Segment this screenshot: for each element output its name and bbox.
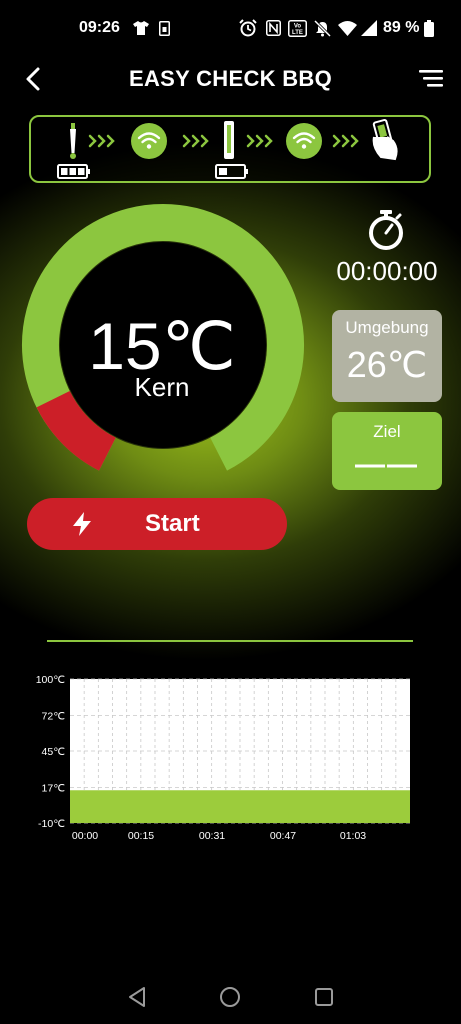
connection-status-panel (29, 115, 431, 183)
temperature-chart: 100℃ 72℃ 45℃ 17℃ -10℃ 00:00 00:15 00:31 00:47 01:… (36, 674, 410, 842)
arrow-chevrons-icon (332, 134, 359, 148)
y-tick-label: 100℃ (36, 674, 66, 686)
base-battery-icon (215, 164, 248, 179)
wifi-icon (286, 123, 322, 159)
menu-button[interactable] (417, 67, 447, 91)
arrow-chevrons-icon (182, 134, 209, 148)
arrow-chevrons-icon (246, 134, 273, 148)
signal-icon (360, 18, 378, 38)
start-button-label: Start (145, 510, 200, 537)
target-value: —— (355, 448, 419, 481)
hamburger-menu-icon (419, 70, 443, 87)
svg-text:LTE: LTE (292, 30, 303, 36)
battery-icon (423, 18, 435, 38)
probe-battery-icon (57, 164, 90, 179)
tshirt-icon (132, 18, 150, 38)
chart-series-area (70, 790, 410, 823)
svg-text:Vo: Vo (293, 23, 301, 29)
ambient-label: Umgebung (345, 318, 429, 337)
core-temperature-label: Kern (134, 372, 190, 402)
base-station-icon (224, 121, 234, 159)
divider (47, 640, 413, 642)
y-tick-label: 45℃ (42, 746, 66, 758)
wifi-icon (131, 123, 167, 159)
mute-icon (313, 18, 331, 38)
start-button[interactable]: Start (27, 498, 287, 550)
x-tick-label: 00:31 (199, 830, 225, 842)
arrow-chevrons-icon (88, 134, 115, 148)
sim-icon (157, 18, 171, 38)
y-tick-label: -10℃ (38, 818, 65, 830)
nav-back-button[interactable] (126, 985, 150, 1009)
page-title: EASY CHECK BBQ (128, 66, 333, 91)
x-tick-label: 00:00 (72, 830, 98, 842)
battery-percent: 89 % (383, 19, 420, 36)
volte-icon: Vo LTE (287, 18, 307, 38)
y-tick-label: 17℃ (42, 783, 66, 795)
nav-recents-button[interactable] (312, 985, 336, 1009)
phone-icon (372, 119, 398, 161)
target-temperature-card[interactable]: Ziel —— (332, 412, 442, 490)
ambient-temperature-card: Umgebung 26℃ (332, 310, 442, 402)
square-recents-icon (315, 988, 333, 1006)
x-tick-label: 00:15 (128, 830, 154, 842)
circle-home-icon (220, 987, 240, 1007)
alarm-icon (238, 18, 258, 38)
x-tick-label: 00:47 (270, 830, 296, 842)
wifi-status-icon (337, 18, 357, 38)
probe-icon (70, 123, 76, 159)
lightning-icon (73, 512, 91, 536)
ambient-value: 26℃ (346, 344, 428, 385)
timer-value: 00:00:00 (336, 256, 438, 286)
nav-home-button[interactable] (218, 985, 242, 1009)
status-time: 09:26 (79, 19, 120, 36)
target-label: Ziel (373, 422, 401, 441)
y-tick-label: 72℃ (42, 711, 66, 723)
x-tick-label: 01:03 (340, 830, 366, 842)
stopwatch-icon (366, 209, 406, 251)
triangle-back-icon (129, 987, 145, 1007)
nfc-icon (264, 18, 282, 38)
